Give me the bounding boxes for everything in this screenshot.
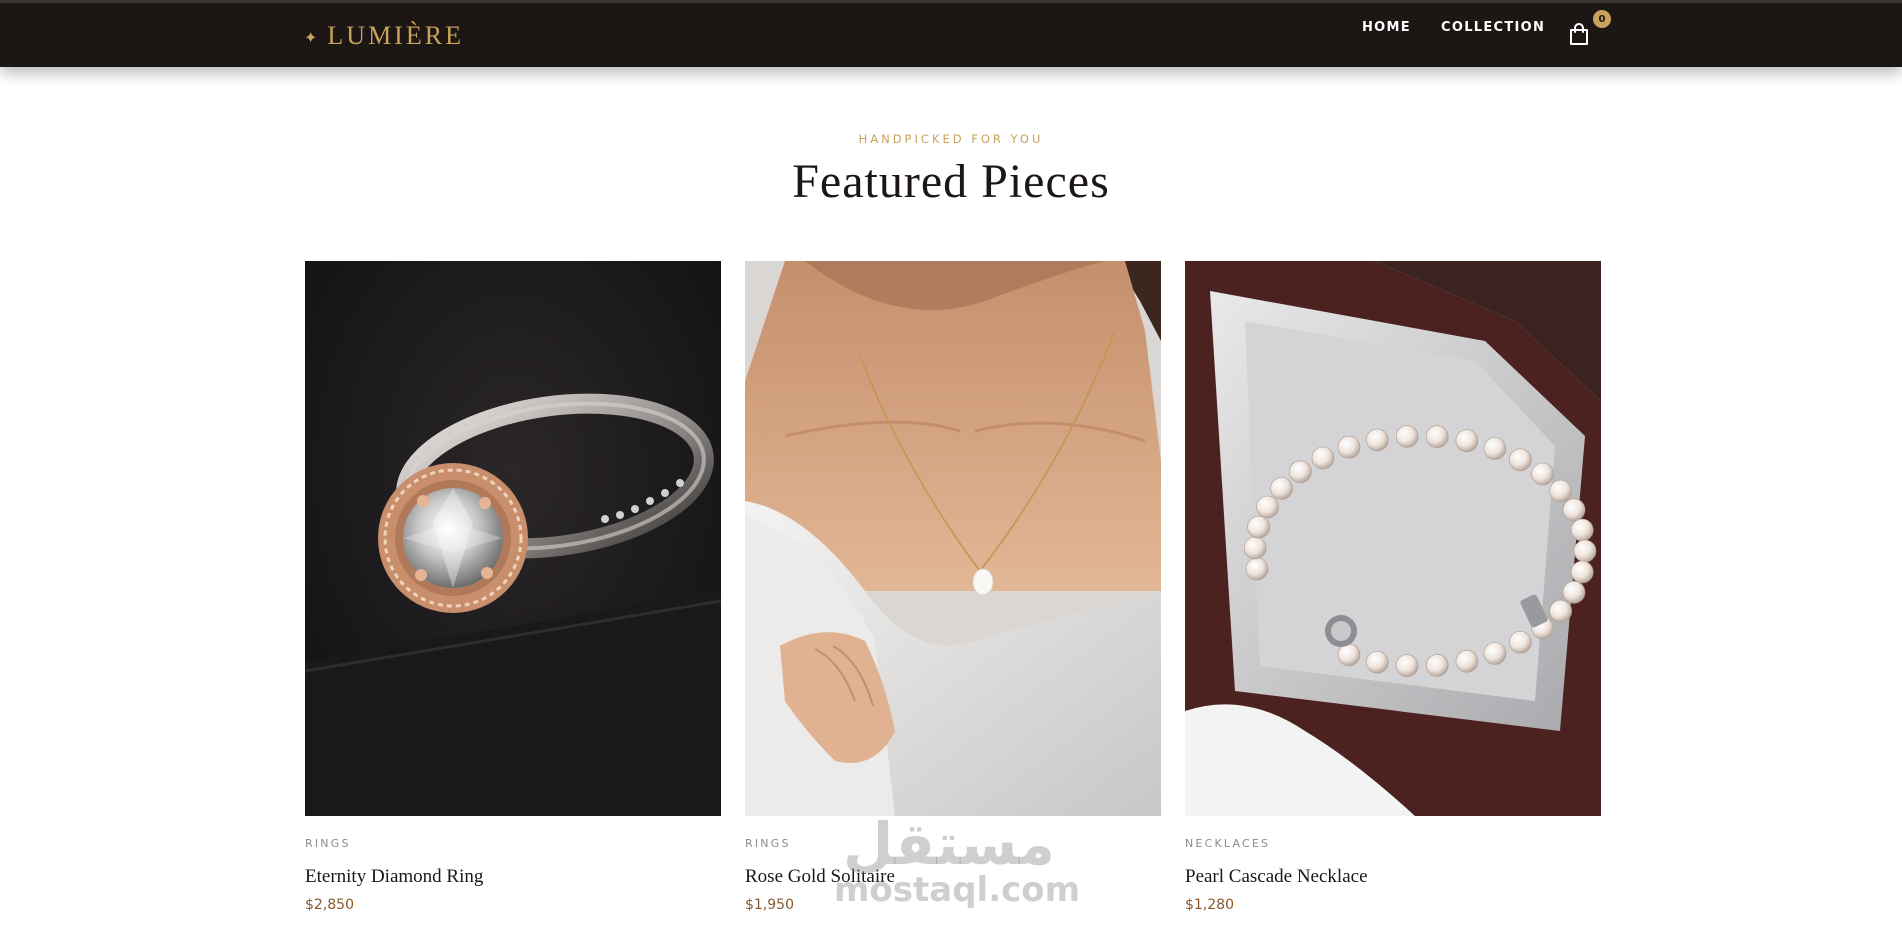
pearl-pendant-necklace-photo bbox=[745, 261, 1161, 816]
pearl-bead bbox=[1455, 429, 1479, 452]
product-image[interactable] bbox=[305, 261, 721, 816]
diamond-ring-photo bbox=[305, 261, 721, 816]
product-name[interactable]: Pearl Cascade Necklace bbox=[1185, 866, 1601, 888]
sparkle-icon: ✦ bbox=[304, 28, 318, 47]
shopping-bag-icon bbox=[1570, 23, 1588, 45]
cart-button[interactable] bbox=[1568, 23, 1592, 49]
product-image[interactable] bbox=[745, 261, 1161, 816]
pearl-bead bbox=[1531, 462, 1554, 486]
section-eyebrow: HANDPICKED FOR YOU bbox=[858, 132, 1044, 146]
pearl-bead bbox=[1509, 448, 1532, 472]
pearl-bead bbox=[1311, 446, 1335, 470]
pearl-bead bbox=[1562, 580, 1586, 604]
site-header: ✦ LUMIÈRE HOME COLLECTION 0 bbox=[0, 0, 1902, 67]
product-category: RINGS bbox=[745, 837, 791, 850]
pearl-bead bbox=[1483, 437, 1507, 460]
brand-name: LUMIÈRE bbox=[327, 21, 464, 50]
section-title: Featured Pieces bbox=[792, 155, 1110, 208]
pearl-bead bbox=[1570, 560, 1594, 584]
nav-home-link[interactable]: HOME bbox=[1362, 20, 1411, 35]
pearl-bead bbox=[1256, 495, 1279, 519]
pearl-bead bbox=[1366, 650, 1389, 674]
brand-logo[interactable]: ✦ LUMIÈRE bbox=[304, 21, 464, 51]
nav-collection-link[interactable]: COLLECTION bbox=[1441, 20, 1545, 35]
product-card[interactable]: RINGS Eternity Diamond Ring $2,850 bbox=[305, 261, 721, 913]
pearl-bead bbox=[1425, 654, 1449, 677]
pearl-bead bbox=[1573, 539, 1597, 563]
pearl-bead bbox=[1337, 643, 1361, 667]
pearl-bead bbox=[1395, 425, 1419, 448]
pearl-bead bbox=[1509, 630, 1532, 654]
pearl-necklace-box-photo bbox=[1185, 261, 1601, 816]
product-card[interactable]: NECKLACES Pearl Cascade Necklace $1,280 bbox=[1185, 261, 1601, 913]
pearl-bead bbox=[1366, 428, 1389, 452]
pearl-bead bbox=[1562, 498, 1586, 522]
pearl-bead bbox=[1549, 479, 1573, 503]
pearl-bead bbox=[1245, 557, 1269, 581]
pearl-bead bbox=[1425, 425, 1449, 448]
pearl-bead bbox=[1247, 515, 1270, 539]
pearl-bead bbox=[1570, 518, 1594, 542]
product-card[interactable]: RINGS Rose Gold Solitaire $1,950 bbox=[745, 261, 1161, 913]
pearl-bead bbox=[1243, 536, 1267, 560]
product-price: $1,950 bbox=[745, 897, 794, 913]
pearl-bead bbox=[1483, 642, 1507, 665]
product-price: $2,850 bbox=[305, 897, 354, 913]
pearl-bead bbox=[1289, 460, 1312, 484]
product-category: RINGS bbox=[305, 837, 351, 850]
product-price: $1,280 bbox=[1185, 897, 1234, 913]
pearl-bead bbox=[1337, 435, 1361, 459]
product-name[interactable]: Eternity Diamond Ring bbox=[305, 866, 721, 888]
pearl-bead bbox=[1455, 649, 1479, 673]
product-image[interactable] bbox=[1185, 261, 1601, 816]
pearl-bead bbox=[1395, 654, 1419, 677]
product-category: NECKLACES bbox=[1185, 837, 1271, 850]
pearl-bead bbox=[1270, 477, 1293, 500]
product-name[interactable]: Rose Gold Solitaire bbox=[745, 866, 1161, 888]
cart-count-badge: 0 bbox=[1593, 10, 1611, 28]
pearl-bead bbox=[1549, 599, 1573, 623]
